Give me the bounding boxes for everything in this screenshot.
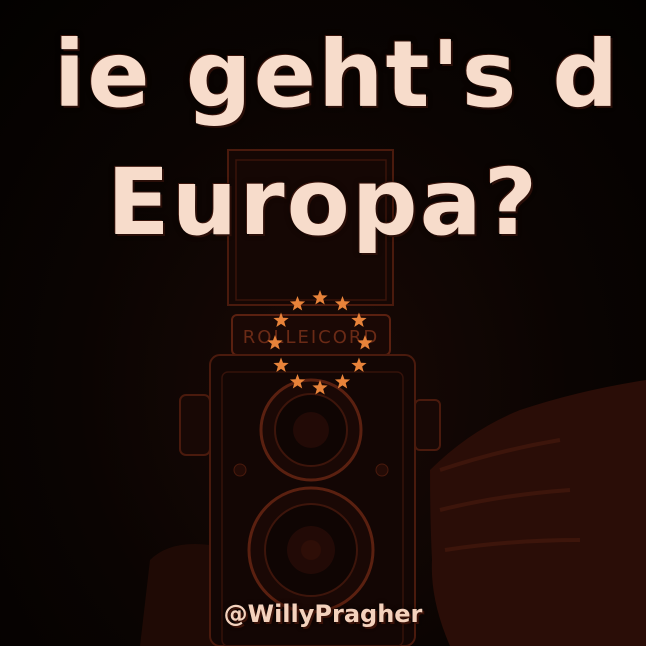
headline-line-1-text: ie geht's d (53, 21, 621, 128)
poster: ROLLEICORD ie geht's d Europa? @WillyPra… (0, 0, 646, 646)
headline-line-2: Europa? (106, 149, 540, 256)
focus-knob (179, 394, 211, 456)
camera-brand: ROLLEICORD (243, 327, 380, 348)
hand-left (140, 544, 215, 646)
headline-line-1: ie geht's d (0, 20, 646, 130)
author-handle: @WillyPragher (223, 600, 423, 628)
